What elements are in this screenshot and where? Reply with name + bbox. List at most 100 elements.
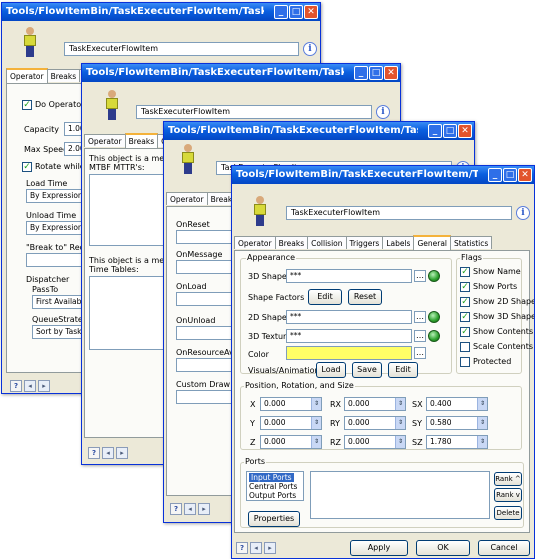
custom-draw-code-field[interactable] — [176, 390, 236, 404]
maximize-button[interactable]: □ — [503, 168, 517, 182]
z-field[interactable]: 0.000 ⇕ — [260, 435, 322, 449]
prev-arrow-icon[interactable]: ◂ — [24, 380, 36, 392]
tab-breaks[interactable]: Breaks — [124, 133, 159, 148]
spin-icon[interactable]: ⇕ — [311, 417, 321, 429]
port-type-input[interactable]: Input Ports — [249, 473, 294, 482]
delete-button[interactable]: Delete — [494, 506, 522, 520]
tab-collision[interactable]: Collision — [307, 236, 347, 249]
title-bar[interactable]: Tools/FlowItemBin/TaskExecuterFlowItem/T… — [232, 166, 534, 184]
close-button[interactable]: ✕ — [458, 124, 472, 138]
apply-button[interactable]: Apply — [350, 540, 408, 556]
onunload-field[interactable] — [176, 326, 236, 340]
help-icon[interactable]: ? — [236, 542, 248, 554]
flag-checkbox-show-name[interactable]: ✓ Show Name — [460, 266, 521, 278]
port-type-central[interactable]: Central Ports — [249, 482, 297, 491]
ok-button[interactable]: OK — [416, 540, 470, 556]
prev-arrow-icon[interactable]: ◂ — [250, 542, 262, 554]
rx-field[interactable]: 0.000 ⇕ — [344, 397, 406, 411]
color-browse-button[interactable]: … — [414, 347, 426, 359]
next-arrow-icon[interactable]: ▸ — [264, 542, 276, 554]
visuals-edit-button[interactable]: Edit — [388, 362, 418, 378]
object-name-field[interactable]: TaskExecuterFlowItem — [136, 105, 372, 119]
help-icon[interactable]: ? — [10, 380, 22, 392]
object-name-field[interactable]: TaskExecuterFlowItem — [286, 206, 512, 220]
minimize-button[interactable]: _ — [488, 168, 502, 182]
minimize-button[interactable]: _ — [274, 5, 288, 19]
object-name-field[interactable]: TaskExecuterFlowItem — [64, 42, 299, 56]
help-icon[interactable]: ? — [170, 503, 182, 515]
maximize-button[interactable]: □ — [443, 124, 457, 138]
flag-checkbox-protected[interactable]: Protected — [460, 356, 511, 368]
tab-triggers[interactable]: Triggers — [345, 236, 384, 249]
visuals-save-button[interactable]: Save — [352, 362, 382, 378]
onload-field[interactable] — [176, 292, 236, 306]
spin-icon[interactable]: ⇕ — [395, 436, 405, 448]
port-type-list[interactable]: Input Ports Central Ports Output Ports — [246, 471, 304, 501]
sy-field[interactable]: 0.580 ⇕ — [426, 416, 488, 430]
shape3d-field[interactable]: *** — [286, 269, 412, 283]
shape3d-go-icon[interactable] — [428, 270, 440, 282]
shape3d-browse-button[interactable]: … — [414, 270, 426, 282]
close-button[interactable]: ✕ — [304, 5, 318, 19]
help-icon[interactable]: ? — [88, 447, 100, 459]
flag-checkbox-show-ports[interactable]: ✓ Show Ports — [460, 281, 517, 293]
ports-list[interactable] — [310, 471, 490, 519]
next-arrow-icon[interactable]: ▸ — [38, 380, 50, 392]
tab-statistics[interactable]: Statistics — [450, 236, 493, 249]
ry-field[interactable]: 0.000 ⇕ — [344, 416, 406, 430]
tab-general[interactable]: General — [413, 235, 452, 250]
minimize-button[interactable]: _ — [354, 66, 368, 80]
flag-checkbox-show-2d-shape[interactable]: ✓ Show 2D Shape — [460, 296, 534, 308]
sz-field[interactable]: 1.780 ⇕ — [426, 435, 488, 449]
shape-factors-edit-button[interactable]: Edit — [308, 289, 342, 305]
tab-breaks[interactable]: Breaks — [46, 69, 81, 82]
flag-checkbox-show-contents[interactable]: ✓ Show Contents — [460, 326, 533, 338]
minimize-button[interactable]: _ — [428, 124, 442, 138]
shape2d-field[interactable]: *** — [286, 310, 412, 324]
title-bar[interactable]: Tools/FlowItemBin/TaskExecuterFlowItem/T… — [2, 3, 320, 21]
color-swatch[interactable] — [286, 346, 412, 360]
cancel-button[interactable]: Cancel — [478, 540, 530, 556]
onreset-field[interactable] — [176, 230, 236, 244]
spin-icon[interactable]: ⇕ — [477, 417, 487, 429]
flag-checkbox-show-3d-shape[interactable]: ✓ Show 3D Shape — [460, 311, 534, 323]
onmessage-field[interactable] — [176, 260, 236, 274]
spin-icon[interactable]: ⇕ — [311, 436, 321, 448]
properties-button[interactable]: Properties — [248, 511, 300, 527]
onresourceavailable-field[interactable] — [176, 358, 236, 372]
info-icon[interactable]: i — [303, 42, 317, 56]
title-bar[interactable]: Tools/FlowItemBin/TaskExecuterFlowItem/T… — [164, 122, 474, 140]
shape2d-browse-button[interactable]: … — [414, 311, 426, 323]
tab-breaks[interactable]: Breaks — [274, 236, 309, 249]
tab-operator[interactable]: Operator — [84, 134, 126, 147]
y-field[interactable]: 0.000 ⇕ — [260, 416, 322, 430]
rank-down-button[interactable]: Rank v — [494, 488, 522, 502]
spin-icon[interactable]: ⇕ — [395, 398, 405, 410]
timetable-list[interactable] — [89, 276, 165, 350]
tab-operator[interactable]: Operator — [166, 192, 208, 205]
close-button[interactable]: ✕ — [518, 168, 532, 182]
prev-arrow-icon[interactable]: ◂ — [184, 503, 196, 515]
mtbf-list[interactable] — [89, 174, 165, 246]
visuals-load-button[interactable]: Load — [316, 362, 346, 378]
shape2d-go-icon[interactable] — [428, 311, 440, 323]
texture3d-go-icon[interactable] — [428, 330, 440, 342]
maximize-button[interactable]: □ — [369, 66, 383, 80]
info-icon[interactable]: i — [376, 105, 390, 119]
spin-icon[interactable]: ⇕ — [477, 398, 487, 410]
rank-up-button[interactable]: Rank ^ — [494, 472, 522, 486]
sx-field[interactable]: 0.400 ⇕ — [426, 397, 488, 411]
tab-labels[interactable]: Labels — [382, 236, 415, 249]
spin-icon[interactable]: ⇕ — [477, 436, 487, 448]
texture3d-field[interactable]: *** — [286, 329, 412, 343]
next-arrow-icon[interactable]: ▸ — [198, 503, 210, 515]
texture3d-browse-button[interactable]: … — [414, 330, 426, 342]
prev-arrow-icon[interactable]: ◂ — [102, 447, 114, 459]
tab-operator[interactable]: Operator — [6, 68, 48, 83]
tab-operator[interactable]: Operator — [234, 236, 276, 249]
next-arrow-icon[interactable]: ▸ — [116, 447, 128, 459]
x-field[interactable]: 0.000 ⇕ — [260, 397, 322, 411]
port-type-output[interactable]: Output Ports — [249, 491, 296, 500]
shape-factors-reset-button[interactable]: Reset — [348, 289, 382, 305]
title-bar[interactable]: Tools/FlowItemBin/TaskExecuterFlowItem/T… — [82, 64, 400, 82]
